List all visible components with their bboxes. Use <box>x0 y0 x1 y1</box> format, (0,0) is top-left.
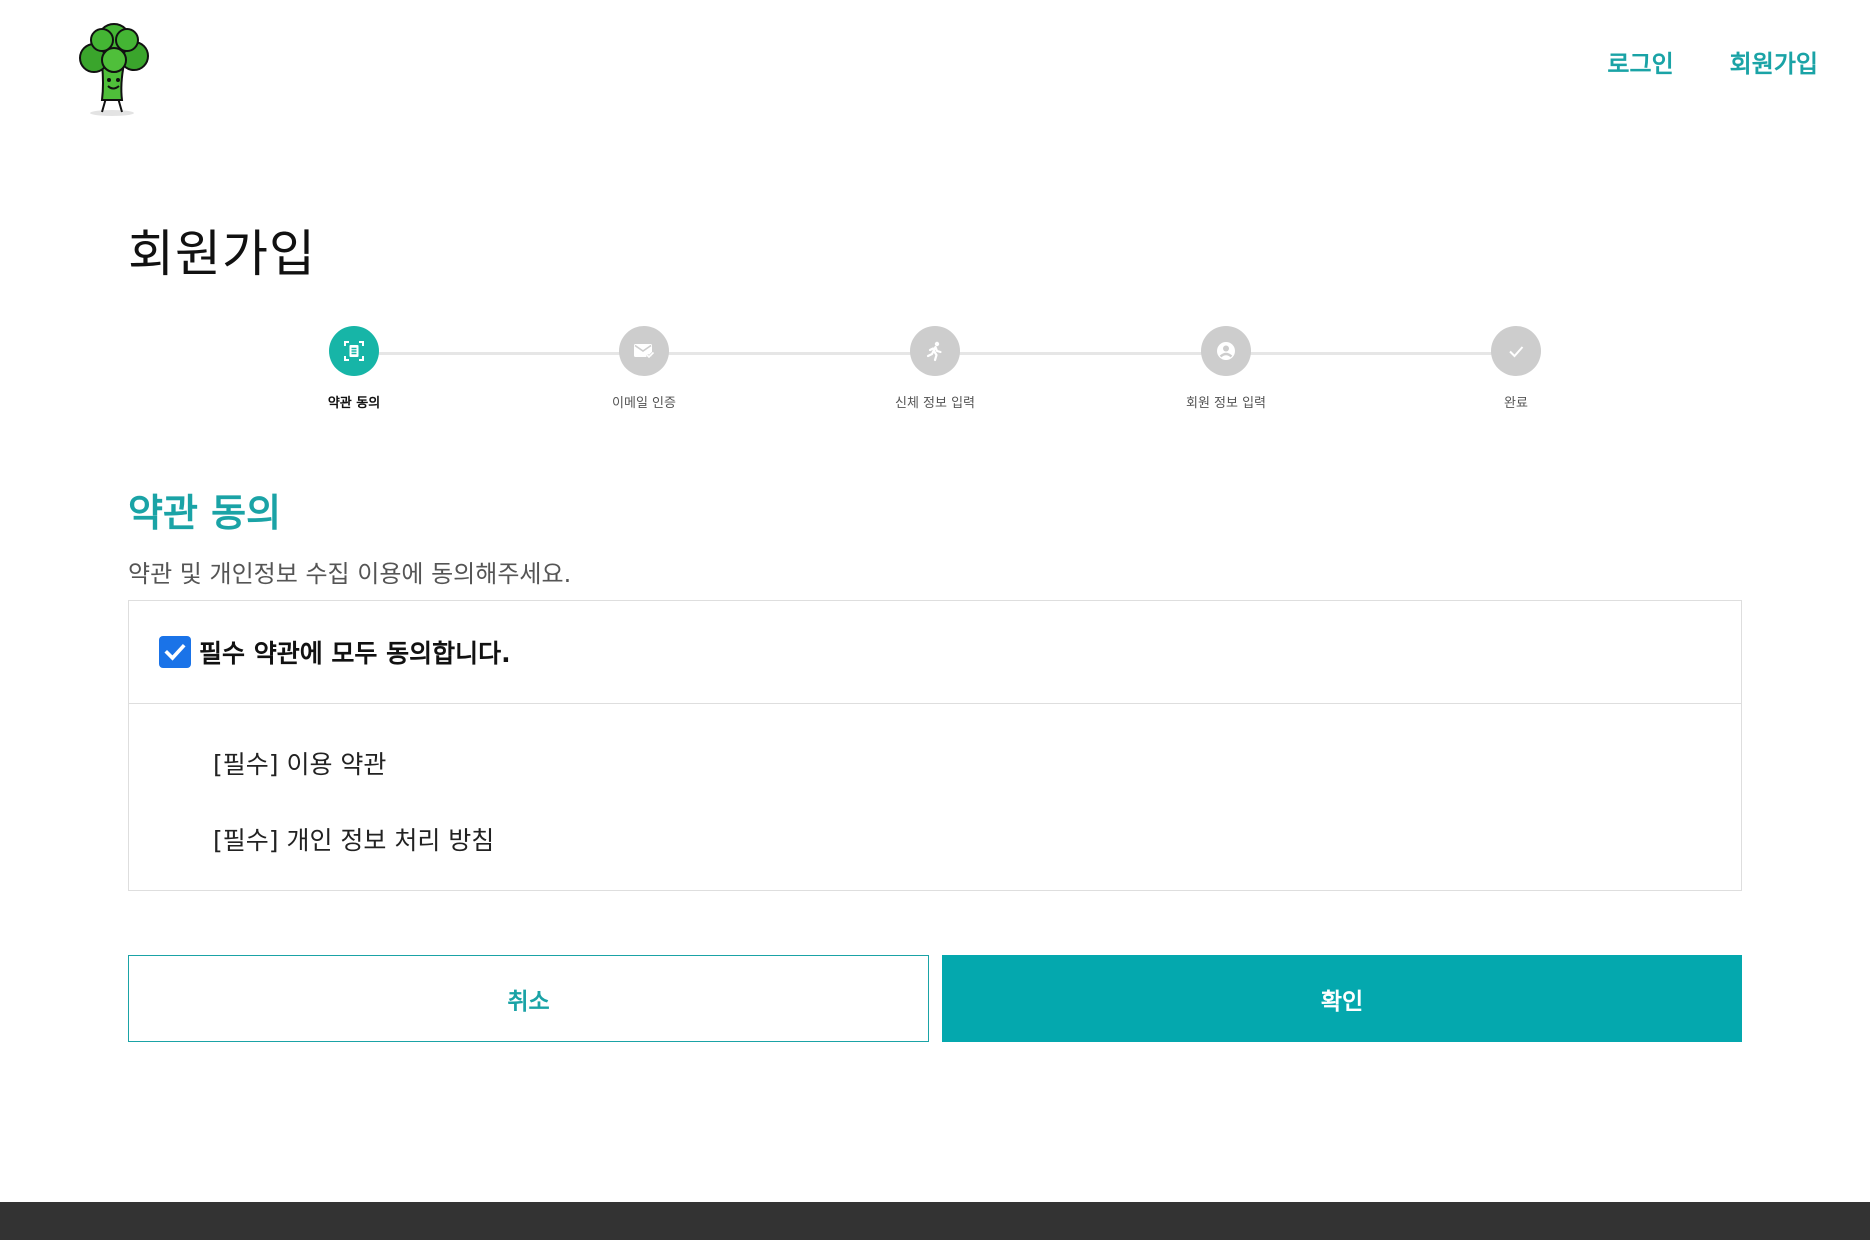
page-title: 회원가입 <box>128 225 316 283</box>
step-email: 이메일 인증 <box>564 326 724 411</box>
document-icon <box>329 326 379 376</box>
user-circle-icon <box>1201 326 1251 376</box>
cancel-button[interactable]: 취소 <box>128 955 929 1042</box>
term-item-terms-of-use[interactable]: [필수] 이용 약관 <box>213 745 386 781</box>
step-label: 신체 정보 입력 <box>894 396 976 411</box>
section-heading: 약관 동의 <box>128 491 282 535</box>
header: 로그인 회원가입 <box>0 0 1870 130</box>
step-label: 이메일 인증 <box>612 396 676 411</box>
term-item-privacy-policy[interactable]: [필수] 개인 정보 처리 방침 <box>213 821 494 857</box>
mail-check-icon <box>619 326 669 376</box>
signup-page: 로그인 회원가입 회원가입 약관 동의 이메일 인증 신체 정보 입력 회원 정… <box>0 0 1870 1240</box>
confirm-button[interactable]: 확인 <box>942 955 1742 1042</box>
signup-link[interactable]: 회원가입 <box>1730 44 1818 79</box>
step-label: 완료 <box>1504 396 1528 411</box>
terms-box: 필수 약관에 모두 동의합니다. [필수] 이용 약관 [필수] 개인 정보 처… <box>128 600 1742 891</box>
check-icon <box>164 643 186 661</box>
check-icon <box>1491 326 1541 376</box>
login-link[interactable]: 로그인 <box>1607 44 1673 79</box>
step-complete: 완료 <box>1436 326 1596 411</box>
footer <box>0 1202 1870 1240</box>
step-label: 회원 정보 입력 <box>1185 396 1267 411</box>
step-member-info: 회원 정보 입력 <box>1146 326 1306 411</box>
section-description: 약관 및 개인정보 수집 이용에 동의해주세요. <box>128 560 572 588</box>
agree-all-checkbox[interactable] <box>159 636 191 668</box>
signup-stepper: 약관 동의 이메일 인증 신체 정보 입력 회원 정보 입력 완료 <box>128 326 1742 426</box>
agree-all-label: 필수 약관에 모두 동의합니다. <box>199 639 511 668</box>
step-body-info: 신체 정보 입력 <box>855 326 1015 411</box>
step-terms: 약관 동의 <box>274 326 434 411</box>
running-person-icon <box>910 326 960 376</box>
step-label: 약관 동의 <box>327 396 381 411</box>
broccoli-mascot-icon[interactable] <box>72 18 170 118</box>
agree-all-row[interactable]: 필수 약관에 모두 동의합니다. <box>129 601 1741 704</box>
top-nav: 로그인 회원가입 <box>1607 44 1818 79</box>
